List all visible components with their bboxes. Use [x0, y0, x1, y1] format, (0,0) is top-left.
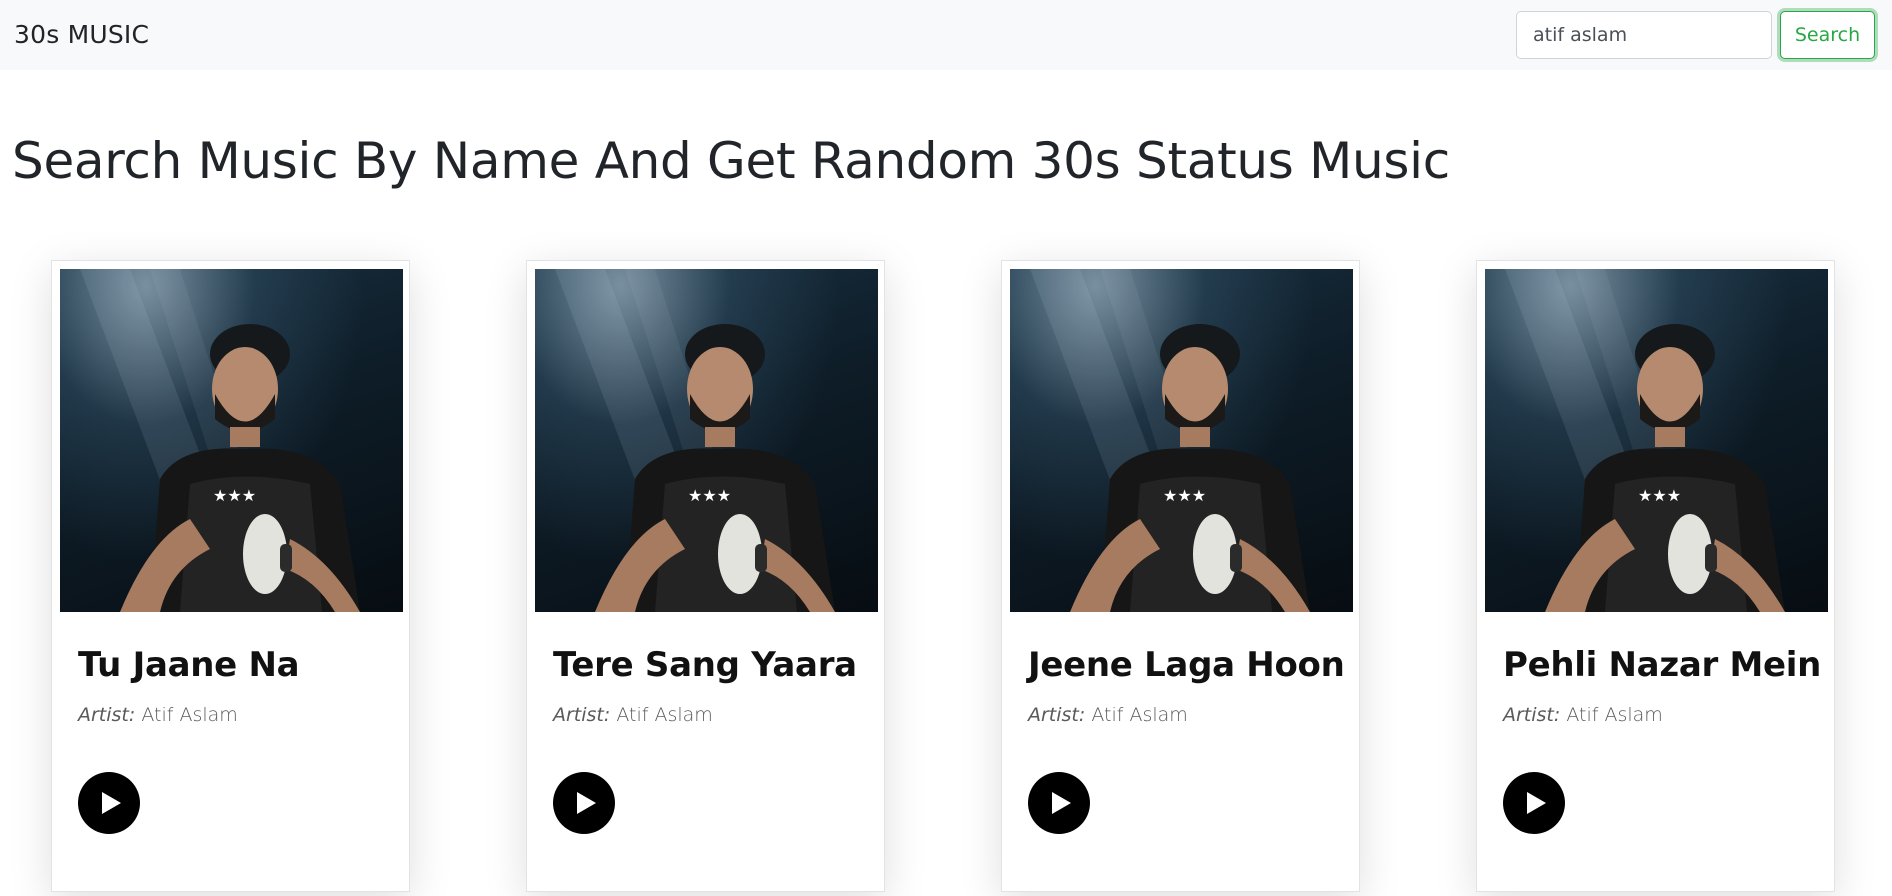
artist-label: Artist:: [78, 704, 136, 726]
song-title: Jeene Laga Hoon: [1028, 645, 1345, 685]
artist-name: Atif Aslam: [141, 704, 238, 726]
play-button[interactable]: [78, 772, 140, 834]
album-art: ★★★: [60, 269, 403, 612]
song-artist: Artist: Atif Aslam: [553, 704, 713, 726]
svg-text:★★★: ★★★: [213, 486, 256, 505]
singer-photo: ★★★: [80, 269, 360, 612]
svg-text:★★★: ★★★: [688, 486, 731, 505]
song-card: ★★★ Tere Sang Yaara Artist: Atif Aslam: [526, 260, 885, 892]
artist-label: Artist:: [1503, 704, 1561, 726]
artist-name: Atif Aslam: [1091, 704, 1188, 726]
song-card-list: ★★★ Tu Jaane Na Artist: Atif Aslam ★★★ T…: [0, 0, 1892, 896]
singer-photo: ★★★: [1030, 269, 1310, 612]
song-title: Tere Sang Yaara: [553, 645, 857, 685]
play-button[interactable]: [1028, 772, 1090, 834]
song-title: Tu Jaane Na: [78, 645, 300, 685]
song-title: Pehli Nazar Mein: [1503, 645, 1822, 685]
singer-photo: ★★★: [555, 269, 835, 612]
play-icon: [1052, 792, 1071, 814]
song-card: ★★★ Jeene Laga Hoon Artist: Atif Aslam: [1001, 260, 1360, 892]
play-icon: [102, 792, 121, 814]
song-card: ★★★ Tu Jaane Na Artist: Atif Aslam: [51, 260, 410, 892]
play-icon: [577, 792, 596, 814]
singer-photo: ★★★: [1505, 269, 1785, 612]
svg-text:★★★: ★★★: [1163, 486, 1206, 505]
album-art: ★★★: [1010, 269, 1353, 612]
svg-text:★★★: ★★★: [1638, 486, 1681, 505]
song-card: ★★★ Pehli Nazar Mein Artist: Atif Aslam: [1476, 260, 1835, 892]
song-artist: Artist: Atif Aslam: [78, 704, 238, 726]
artist-label: Artist:: [1028, 704, 1086, 726]
play-button[interactable]: [1503, 772, 1565, 834]
artist-name: Atif Aslam: [1566, 704, 1663, 726]
album-art: ★★★: [535, 269, 878, 612]
album-art: ★★★: [1485, 269, 1828, 612]
song-artist: Artist: Atif Aslam: [1028, 704, 1188, 726]
artist-label: Artist:: [553, 704, 611, 726]
play-button[interactable]: [553, 772, 615, 834]
artist-name: Atif Aslam: [616, 704, 713, 726]
play-icon: [1527, 792, 1546, 814]
song-artist: Artist: Atif Aslam: [1503, 704, 1663, 726]
